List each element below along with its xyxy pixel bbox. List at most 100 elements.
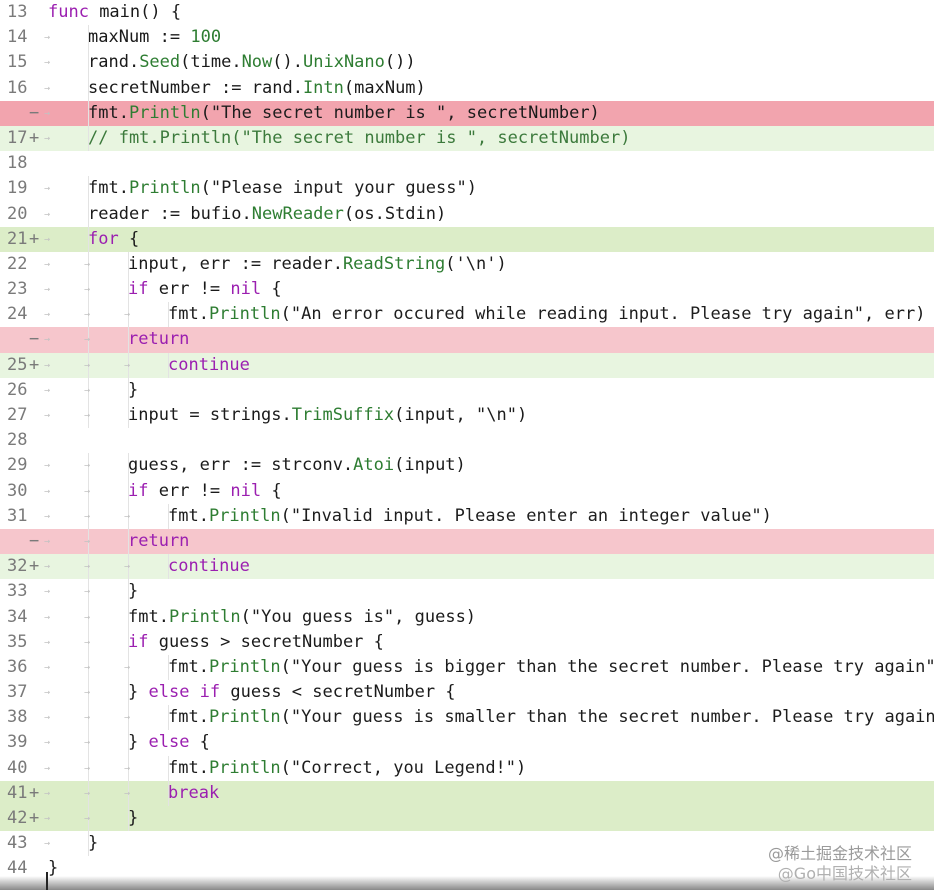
removed-marker: − — [29, 102, 40, 123]
code-text[interactable]: return — [44, 327, 189, 353]
code-line[interactable]: 37} else if guess < secretNumber { — [0, 680, 934, 705]
code-text[interactable]: continue — [44, 554, 250, 580]
line-number: 35 — [7, 631, 28, 652]
diff-line-added[interactable]: 17+ // fmt.Println("The secret number is … — [0, 125, 934, 151]
code-text[interactable]: fmt.Println("Your guess is smaller than … — [44, 705, 934, 731]
code-text[interactable]: continue — [44, 352, 250, 378]
code-line[interactable]: 27 input = strings.TrimSuffix(input, "\n"… — [0, 403, 934, 428]
line-gutter: − — [0, 529, 46, 554]
code-text[interactable]: fmt.Println("An error occured while read… — [44, 302, 926, 328]
code-line[interactable]: 20 reader := bufio.NewReader(os.Stdin) — [0, 201, 934, 227]
indent-guide — [44, 277, 89, 302]
code-line[interactable]: 31 fmt.Println("Invalid input. Please ent… — [0, 503, 934, 529]
code-line[interactable]: 36 fmt.Println("Your guess is bigger than… — [0, 654, 934, 680]
code-line[interactable]: 19 fmt.Println("Please input your guess") — [0, 176, 934, 202]
code-content: secretNumber := rand.Intn(maxNum) — [88, 77, 426, 98]
code-line[interactable]: 23 if err != nil { — [0, 277, 934, 302]
code-line[interactable]: 28 — [0, 428, 934, 453]
indent-guide — [84, 780, 129, 806]
indent-guide — [84, 554, 129, 580]
code-text[interactable]: } — [44, 831, 98, 857]
line-number: 33 — [7, 581, 28, 602]
diff-line-added[interactable]: 21+ for { — [0, 226, 934, 252]
indent-guide — [44, 806, 89, 831]
code-text[interactable]: fmt.Println("Correct, you Legend!") — [44, 755, 526, 781]
code-line[interactable]: 34 fmt.Println("You guess is", guess) — [0, 604, 934, 630]
code-text[interactable]: fmt.Println("Invalid input. Please enter… — [44, 503, 772, 529]
code-line[interactable]: 14 maxNum := 100 — [0, 25, 934, 51]
code-line[interactable]: 30 if err != nil { — [0, 478, 934, 504]
code-text[interactable]: func main() { — [48, 0, 181, 25]
code-text[interactable]: } — [44, 579, 138, 605]
code-line[interactable]: 16 secretNumber := rand.Intn(maxNum) — [0, 75, 934, 101]
added-marker: + — [29, 808, 40, 828]
code-line[interactable]: 33} — [0, 579, 934, 605]
code-text[interactable]: // fmt.Println("The secret number is ", … — [44, 125, 630, 151]
code-line[interactable]: 24 fmt.Println("An error occured while re… — [0, 302, 934, 328]
line-number: 14 — [7, 27, 28, 48]
code-content: } else if guess < secretNumber { — [128, 682, 456, 703]
line-number: 17 — [7, 127, 28, 148]
line-number: 39 — [7, 732, 28, 753]
code-text[interactable]: rand.Seed(time.Now().UnixNano()) — [44, 50, 416, 76]
indent-guide — [84, 528, 129, 554]
line-gutter: 32 + — [0, 554, 46, 579]
code-text[interactable]: } — [44, 806, 138, 831]
code-text[interactable]: fmt.Println("You guess is", guess) — [44, 604, 477, 630]
line-number: 30 — [7, 480, 28, 501]
indent-guide — [44, 251, 89, 277]
code-line[interactable]: 13 func main() { — [0, 0, 934, 25]
indent-guide — [44, 579, 89, 605]
code-text[interactable]: for { — [44, 226, 139, 252]
diff-line-added[interactable]: 42+} — [0, 806, 934, 831]
code-text[interactable]: fmt.Println("Your guess is bigger than t… — [44, 654, 934, 680]
line-gutter: 18 — [0, 151, 46, 176]
code-content: input, err := reader.ReadString('\n') — [128, 253, 507, 274]
code-line[interactable]: 35 if guess > secretNumber { — [0, 629, 934, 655]
code-text[interactable]: fmt.Println("Please input your guess") — [44, 176, 477, 202]
indent-guide — [44, 176, 89, 202]
diff-line-removed[interactable]: − fmt.Println("The secret number is ", se… — [0, 100, 934, 126]
line-gutter: 13 — [0, 0, 46, 25]
code-text[interactable]: if guess > secretNumber { — [44, 629, 384, 655]
code-text[interactable]: input, err := reader.ReadString('\n') — [44, 251, 507, 277]
indent-guide — [84, 680, 129, 705]
code-line[interactable]: 15 rand.Seed(time.Now().UnixNano()) — [0, 50, 934, 76]
code-text[interactable]: } else if guess < secretNumber { — [44, 680, 456, 705]
code-text[interactable]: } else { — [44, 730, 210, 756]
diff-line-added[interactable]: 25+ continue — [0, 352, 934, 378]
code-text[interactable]: input = strings.TrimSuffix(input, "\n") — [44, 403, 527, 428]
code-text[interactable]: break — [44, 780, 219, 806]
code-line[interactable]: 26} — [0, 377, 934, 403]
code-text[interactable]: secretNumber := rand.Intn(maxNum) — [44, 75, 426, 101]
indent-guide — [84, 302, 129, 328]
diff-line-added[interactable]: 41+ break — [0, 780, 934, 806]
code-line[interactable]: 18 — [0, 151, 934, 176]
code-text[interactable]: } — [44, 377, 138, 403]
code-line[interactable]: 40 fmt.Println("Correct, you Legend!") — [0, 755, 934, 781]
code-text[interactable]: maxNum := 100 — [44, 25, 221, 51]
code-content: fmt.Println("You guess is", guess) — [128, 606, 477, 627]
code-line[interactable]: 38 fmt.Println("Your guess is smaller tha… — [0, 705, 934, 731]
code-text[interactable]: fmt.Println("The secret number is ", sec… — [44, 100, 600, 126]
diff-line-removed[interactable]: − return — [0, 528, 934, 554]
diff-line-added[interactable]: 32+ continue — [0, 554, 934, 580]
code-text[interactable]: reader := bufio.NewReader(os.Stdin) — [44, 201, 446, 227]
code-line[interactable]: 39 } else { — [0, 730, 934, 756]
indent-guide — [84, 377, 129, 403]
code-text[interactable]: if err != nil { — [44, 478, 282, 504]
indent-guide — [44, 75, 89, 101]
diff-line-removed[interactable]: − return — [0, 327, 934, 353]
code-content: fmt.Println("An error occured while read… — [168, 304, 926, 325]
code-text[interactable]: if err != nil { — [44, 277, 282, 302]
code-line[interactable]: 29 guess, err := strconv.Atoi(input) — [0, 453, 934, 479]
line-gutter: 28 — [0, 428, 46, 453]
code-text[interactable]: guess, err := strconv.Atoi(input) — [44, 453, 466, 479]
line-number: 13 — [7, 2, 28, 22]
removed-marker: − — [29, 329, 40, 350]
code-text[interactable]: return — [44, 528, 189, 554]
line-number: 24 — [7, 304, 28, 325]
indent-guide — [44, 755, 89, 781]
indent-guide — [124, 554, 169, 580]
code-line[interactable]: 22 input, err := reader.ReadString('\n') — [0, 251, 934, 277]
